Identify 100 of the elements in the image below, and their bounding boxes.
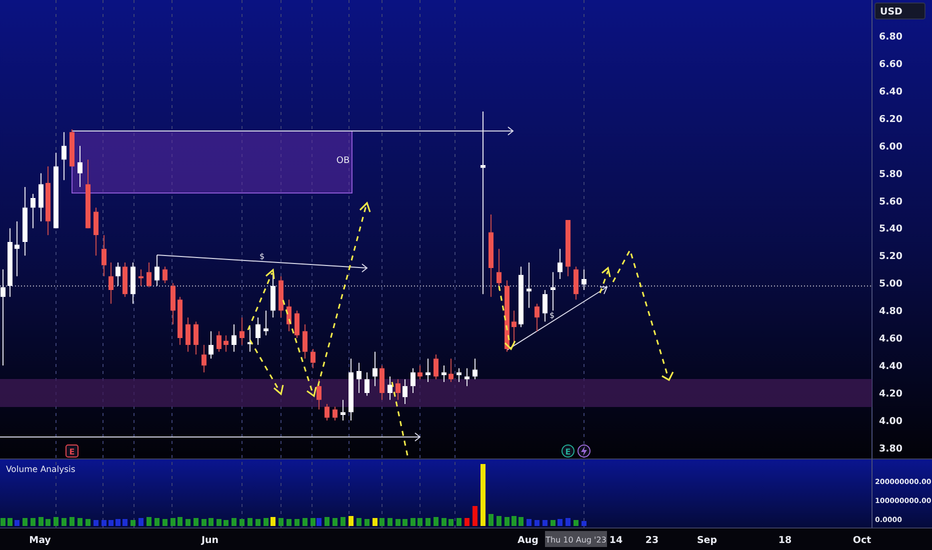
price-tick: 4.00 (879, 416, 902, 427)
level-label: $ (259, 252, 265, 261)
volume-bar (170, 518, 176, 526)
candlestick (70, 128, 74, 167)
candlestick (316, 378, 322, 410)
candlestick (46, 166, 50, 236)
candlestick (116, 262, 120, 286)
price-tick: 6.40 (879, 86, 902, 98)
volume-bar (448, 519, 454, 526)
currency-button[interactable]: USD (874, 2, 926, 20)
candlestick (8, 228, 12, 298)
candlestick (14, 220, 20, 277)
time-tick: Oct (852, 535, 872, 546)
candlestick (264, 310, 268, 336)
volume-bar (256, 519, 260, 526)
time-tick: 23 (645, 535, 659, 546)
price-tick: 6.80 (879, 32, 902, 42)
candlestick (278, 276, 284, 318)
candlestick (162, 266, 168, 284)
candlestick (202, 344, 206, 373)
time-tick: 18 (778, 535, 792, 546)
volume-bar (410, 518, 416, 526)
volume-bar (108, 520, 114, 526)
event-badge: E (66, 444, 78, 458)
volume-bar (116, 519, 120, 526)
volume-bar (542, 520, 548, 526)
volume-bar (426, 518, 430, 526)
candlestick (550, 272, 556, 312)
price-tick: 3.80 (879, 443, 902, 454)
projection-arrow (247, 268, 275, 330)
candlestick (310, 348, 316, 369)
candlestick (380, 365, 384, 400)
candlestick (396, 378, 400, 400)
candlestick (472, 358, 478, 380)
volume-bar (402, 519, 408, 526)
candlestick (78, 145, 82, 188)
candlestick (410, 368, 416, 394)
volume-bar (270, 517, 276, 526)
candlestick (94, 207, 98, 256)
volume-bar (294, 519, 300, 526)
candlestick (542, 290, 548, 322)
volume-bar (194, 518, 198, 526)
volume-bar (232, 518, 236, 526)
time-tick: Aug (518, 535, 538, 546)
volume-bar (102, 520, 106, 526)
volume-bar (302, 518, 308, 526)
volume-bar (496, 516, 502, 526)
price-tick: 6.60 (879, 58, 902, 70)
volume-bar (356, 518, 362, 526)
pane-title: Volume Analysis (6, 465, 76, 475)
candlestick (62, 132, 66, 181)
zone-label: OB (336, 156, 350, 166)
volume-bar (388, 518, 392, 526)
volume-bar (364, 519, 370, 526)
volume-bar (62, 518, 66, 526)
volume-bar (0, 518, 6, 526)
volume-bar (534, 520, 540, 526)
volume-bar (178, 517, 182, 526)
volume-bar (512, 516, 516, 526)
candlestick (558, 248, 562, 280)
volume-bar (380, 518, 384, 526)
candlestick (170, 282, 176, 325)
price-tick: 4.40 (879, 361, 902, 372)
candlestick (512, 310, 516, 346)
candlestick (372, 351, 378, 387)
volume-bar (574, 520, 578, 526)
volume-bar (240, 519, 244, 526)
candlestick (402, 378, 408, 404)
candlestick (582, 268, 586, 290)
volume-bar (566, 518, 570, 526)
candlestick (102, 234, 106, 277)
candlestick (364, 372, 370, 396)
volume-bar (558, 519, 562, 526)
volume-bar (264, 518, 268, 526)
candlestick (294, 310, 300, 339)
volume-bar (324, 517, 330, 526)
volume-bar (54, 517, 58, 526)
price-tick: 5.40 (879, 224, 902, 235)
volume-bar (22, 518, 28, 526)
candlestick (154, 255, 160, 286)
candlestick (232, 324, 236, 352)
candlestick (566, 219, 570, 277)
volume-bar (38, 517, 44, 526)
candlestick (456, 368, 462, 382)
time-tick: 14 (609, 535, 623, 546)
candlestick (434, 354, 438, 380)
candlestick (86, 159, 90, 229)
price-tick: 5.80 (879, 168, 902, 180)
candlestick (418, 365, 422, 380)
volume-bar (70, 517, 74, 526)
candlestick (324, 403, 330, 421)
volume-bar (418, 518, 422, 526)
candlestick (130, 262, 136, 304)
volume-bar (122, 519, 128, 526)
candlestick (574, 266, 578, 300)
volume-bar (14, 520, 20, 526)
volume-bar (216, 519, 222, 526)
candlestick (186, 316, 190, 352)
volume-bar (224, 520, 228, 526)
time-tick: Jun (201, 535, 219, 546)
